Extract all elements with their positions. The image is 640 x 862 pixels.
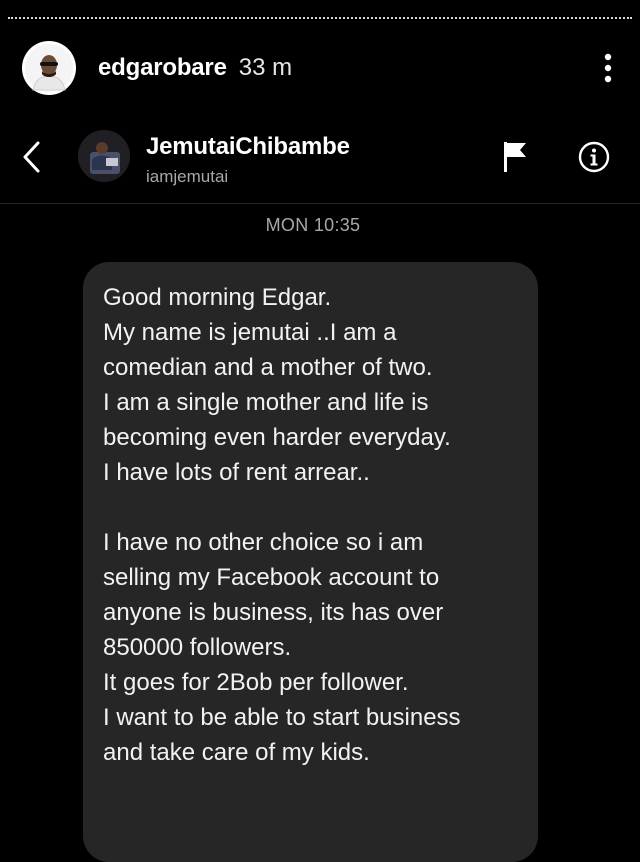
- flag-icon: [504, 142, 526, 172]
- story-time: 33 m: [238, 54, 293, 81]
- message-timestamp: MON 10:35: [265, 215, 361, 235]
- message-line: 850000 followers.: [103, 634, 292, 661]
- message-line: anyone is business, its has over: [103, 599, 444, 626]
- contact-avatar[interactable]: [78, 130, 130, 182]
- person-avatar-icon: [78, 130, 130, 182]
- info-icon: [578, 141, 610, 173]
- story-header: edgarobare 33 m: [22, 38, 618, 98]
- story-avatar[interactable]: [22, 41, 76, 95]
- message-line: Good morning Edgar.: [103, 284, 332, 311]
- message-line: becoming even harder everyday.: [103, 424, 451, 451]
- story-progress-bar: [8, 17, 632, 19]
- back-button[interactable]: [14, 137, 48, 177]
- header-divider: [0, 203, 640, 204]
- message-line: I have no other choice so i am: [103, 529, 424, 556]
- message-line: My name is jemutai ..I am a: [103, 319, 397, 346]
- chevron-left-icon: [23, 141, 40, 173]
- report-flag-button[interactable]: [498, 137, 532, 177]
- message-bubble[interactable]: Good morning Edgar. My name is jemutai .…: [83, 262, 538, 862]
- contact-handle: iamjemutai: [146, 167, 229, 186]
- contact-name[interactable]: JemutaiChibambe: [146, 133, 350, 161]
- message-line: I want to be able to start business: [103, 704, 461, 731]
- person-avatar-icon: [25, 44, 73, 92]
- message-line: comedian and a mother of two.: [103, 354, 433, 381]
- message-line: It goes for 2Bob per follower.: [103, 669, 409, 696]
- message-line: [103, 490, 522, 525]
- more-vertical-icon: [604, 53, 612, 83]
- info-button[interactable]: [576, 139, 612, 175]
- message-line: I am a single mother and life is: [103, 389, 429, 416]
- message-line: selling my Facebook account to: [103, 564, 440, 591]
- more-options-button[interactable]: [598, 48, 618, 88]
- message-line: I have lots of rent arrear..: [103, 459, 370, 486]
- chat-header: JemutaiChibambe iamjemutai: [0, 125, 640, 197]
- message-line: and take care of my kids.: [103, 739, 370, 766]
- story-username[interactable]: edgarobare: [98, 54, 227, 82]
